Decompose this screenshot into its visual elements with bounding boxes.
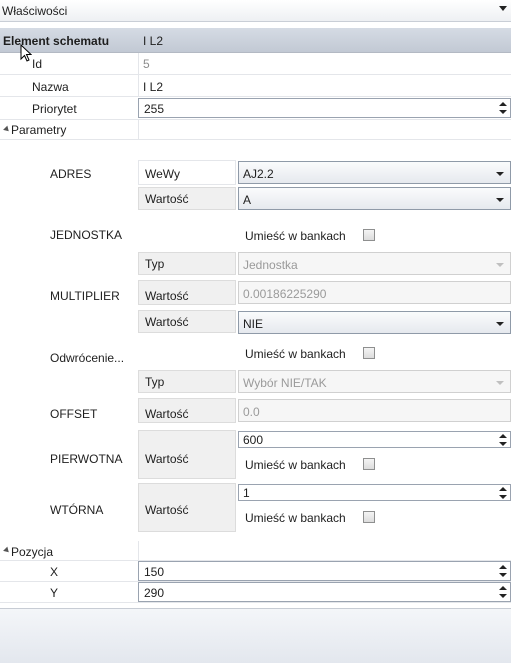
- odwrocenie-value-combo[interactable]: NIE: [238, 311, 511, 334]
- priority-stepper[interactable]: 255: [138, 98, 511, 118]
- wtorna-value-label: Wartość: [145, 503, 189, 517]
- wtorna-bank-checkbox[interactable]: [363, 511, 375, 523]
- odwrocenie-bank-checkbox[interactable]: [363, 347, 375, 359]
- wtorna-label: WTÓRNA: [50, 503, 104, 517]
- y-stepper[interactable]: 290: [138, 582, 511, 602]
- wtorna-bank-label: Umieść w bankach: [245, 511, 346, 525]
- jednostka-type-value: Jednostka: [243, 258, 298, 272]
- pierwotna-bank-label: Umieść w bankach: [245, 458, 346, 472]
- offset-label: OFFSET: [50, 407, 98, 421]
- expand-parametry-icon[interactable]: [3, 125, 11, 134]
- y-label: Y: [50, 586, 59, 600]
- adres-wewy-combo[interactable]: AJ2.2: [238, 161, 511, 184]
- chevron-down-icon[interactable]: [496, 198, 504, 202]
- multiplier-value-label: Wartość: [145, 289, 189, 303]
- priority-label: Priorytet: [32, 102, 77, 116]
- element-value: I L2: [143, 34, 164, 48]
- pozycja-label: Pozycja: [11, 545, 54, 559]
- odwrocenie-value[interactable]: NIE: [243, 317, 263, 331]
- jednostka-value-combo[interactable]: A: [238, 187, 511, 210]
- jednostka-bank-checkbox[interactable]: [363, 229, 375, 241]
- panel-title: Właściwości: [2, 4, 68, 18]
- parametry-label: Parametry: [11, 123, 67, 137]
- element-header: Element schematu I L2: [0, 28, 511, 53]
- pierwotna-stepper[interactable]: 600: [238, 431, 511, 448]
- jednostka-bank-label: Umieść w bankach: [245, 229, 346, 243]
- chevron-down-icon: [496, 263, 504, 267]
- pierwotna-spin-icon[interactable]: [499, 433, 507, 447]
- jednostka-value[interactable]: A: [243, 193, 251, 207]
- multiplier-value-field: 0.00186225290: [238, 281, 511, 304]
- row-name: Nazwa I L2: [0, 75, 511, 97]
- pierwotna-value[interactable]: 600: [243, 433, 263, 447]
- name-value[interactable]: I L2: [143, 80, 163, 94]
- row-priority: Priorytet 255: [0, 97, 511, 120]
- priority-spin-icon[interactable]: [499, 101, 507, 115]
- chevron-down-icon[interactable]: [496, 322, 504, 326]
- jednostka-label: JEDNOSTKA: [50, 228, 123, 242]
- odwrocenie-type-label: Typ: [145, 375, 165, 389]
- y-value[interactable]: 290: [144, 586, 164, 600]
- id-value: 5: [143, 57, 150, 71]
- wtorna-stepper[interactable]: 1: [238, 484, 511, 501]
- priority-value[interactable]: 255: [144, 102, 164, 116]
- multiplier-label: MULTIPLIER: [50, 289, 120, 303]
- odwrocenie-value-label: Wartość: [145, 315, 189, 329]
- x-label: X: [50, 565, 59, 579]
- jednostka-value-label: Wartość: [145, 192, 189, 206]
- panel-menu-dropdown-icon[interactable]: [499, 6, 507, 11]
- x-stepper[interactable]: 150: [138, 561, 511, 581]
- odwrocenie-label: Odwrócenie...: [50, 351, 125, 365]
- properties-panel-header: Właściwości: [0, 0, 511, 22]
- row-pozycja[interactable]: Pozycja: [0, 541, 511, 561]
- adres-label: ADRES: [50, 167, 92, 181]
- wtorna-spin-icon[interactable]: [499, 486, 507, 500]
- chevron-down-icon[interactable]: [496, 172, 504, 176]
- chevron-down-icon: [496, 381, 504, 385]
- jednostka-type-label: Typ: [145, 257, 165, 271]
- row-x: X 150: [0, 561, 511, 582]
- odwrocenie-type-value: Wybór NIE/TAK: [243, 376, 327, 390]
- id-label: Id: [32, 57, 43, 71]
- adres-sub-label: WeWy: [145, 167, 181, 181]
- x-value[interactable]: 150: [144, 565, 164, 579]
- offset-value-field: 0.0: [238, 399, 511, 422]
- pierwotna-label: PIERWOTNA: [50, 452, 123, 466]
- offset-value: 0.0: [243, 405, 260, 419]
- jednostka-type-combo: Jednostka: [238, 252, 511, 275]
- name-label: Nazwa: [32, 80, 69, 94]
- row-y: Y 290: [0, 582, 511, 603]
- row-parametry[interactable]: Parametry: [0, 120, 511, 140]
- expand-pozycja-icon[interactable]: [3, 546, 11, 555]
- wtorna-value[interactable]: 1: [243, 486, 250, 500]
- offset-value-label: Wartość: [145, 407, 189, 421]
- description-area: [0, 608, 511, 663]
- pierwotna-bank-checkbox[interactable]: [363, 458, 375, 470]
- odwrocenie-type-combo: Wybór NIE/TAK: [238, 370, 511, 393]
- adres-wewy-value[interactable]: AJ2.2: [243, 167, 274, 181]
- multiplier-value: 0.00186225290: [243, 287, 327, 301]
- y-spin-icon[interactable]: [499, 585, 507, 599]
- odwrocenie-bank-label: Umieść w bankach: [245, 347, 346, 361]
- x-spin-icon[interactable]: [499, 564, 507, 578]
- element-label: Element schematu: [3, 34, 110, 48]
- row-id: Id 5: [0, 53, 511, 75]
- parametry-grid: ADRES WeWy AJ2.2 JEDNOSTKA Wartość A Umi…: [0, 140, 511, 545]
- pierwotna-value-label: Wartość: [145, 452, 189, 466]
